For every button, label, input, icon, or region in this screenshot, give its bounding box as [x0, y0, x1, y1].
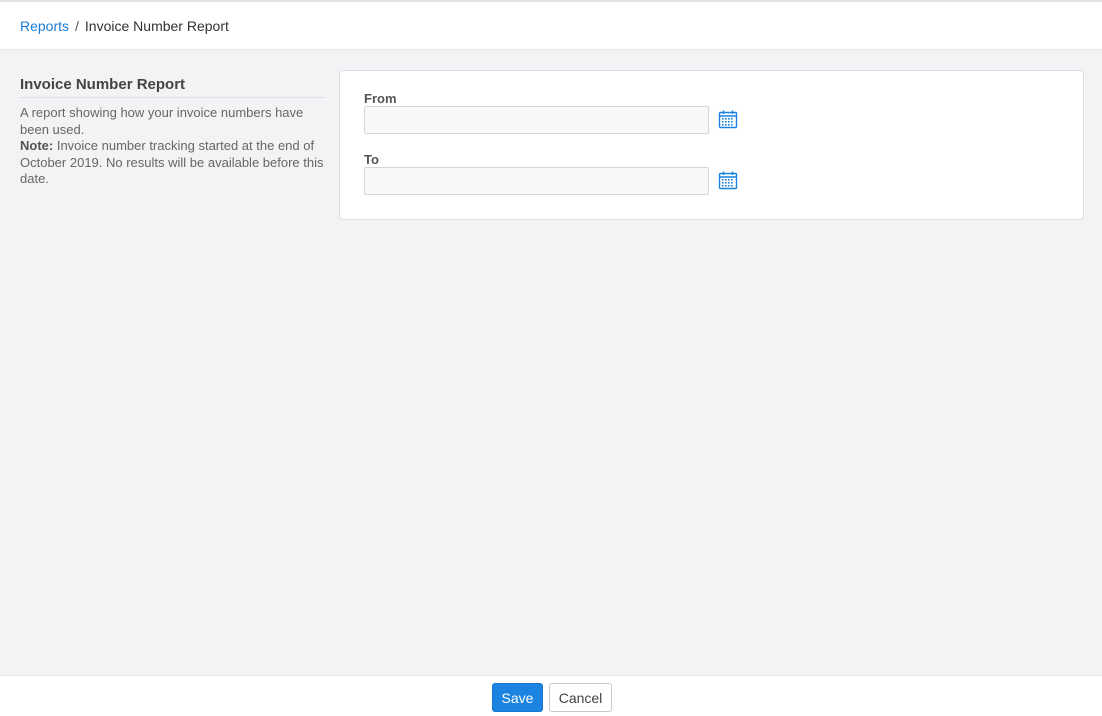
to-date-input[interactable]	[364, 167, 709, 195]
report-description-text: A report showing how your invoice number…	[20, 105, 304, 137]
action-footer: Save Cancel	[0, 675, 1102, 716]
to-calendar-icon[interactable]	[718, 170, 738, 190]
breadcrumb-separator: /	[75, 17, 79, 34]
breadcrumb-reports-link[interactable]: Reports	[20, 18, 69, 34]
report-info-panel: Invoice Number Report A report showing h…	[20, 76, 326, 188]
breadcrumb-bar: Reports / Invoice Number Report	[0, 0, 1102, 50]
cancel-button[interactable]: Cancel	[549, 683, 612, 712]
from-label: From	[364, 91, 397, 106]
note-label: Note:	[20, 138, 54, 153]
note-text: Invoice number tracking started at the e…	[20, 138, 324, 186]
report-title: Invoice Number Report	[20, 76, 326, 98]
breadcrumb-current: Invoice Number Report	[84, 17, 229, 34]
to-label: To	[364, 152, 379, 167]
from-date-input[interactable]	[364, 106, 709, 134]
save-button[interactable]: Save	[492, 683, 543, 712]
date-range-form: From To	[339, 70, 1084, 220]
breadcrumb: Reports / Invoice Number Report	[20, 18, 229, 34]
report-description: A report showing how your invoice number…	[20, 105, 326, 188]
from-calendar-icon[interactable]	[718, 109, 738, 129]
